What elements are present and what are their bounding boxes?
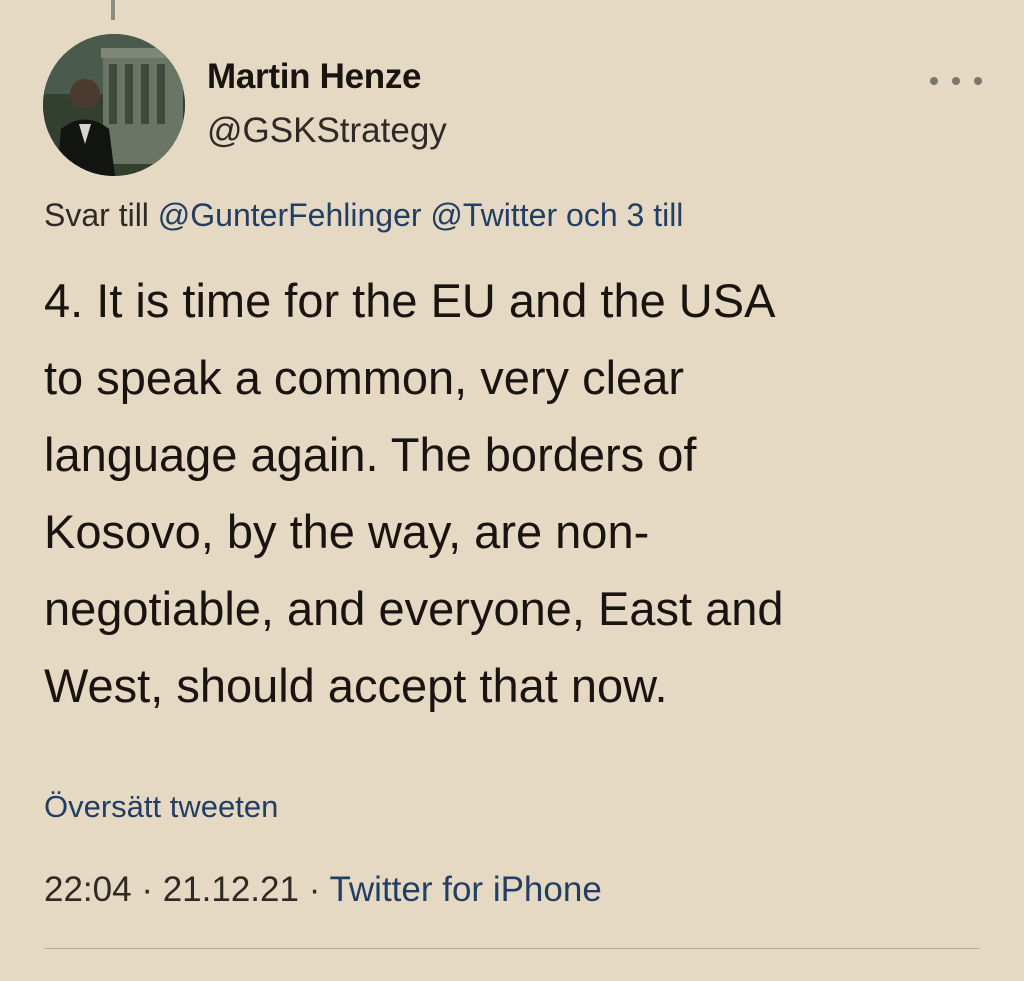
reply-mention-twitter[interactable]: @Twitter	[430, 197, 557, 233]
tweet-metadata: 22:04 · 21.12.21 · Twitter for iPhone	[44, 870, 602, 910]
more-horizontal-icon	[930, 77, 938, 85]
reply-mention-gunterfehlinger[interactable]: @GunterFehlinger	[158, 197, 422, 233]
meta-separator: ·	[141, 870, 153, 909]
tweet-text-line: 4. It is time for the EU and the USA	[44, 274, 776, 327]
tweet-source-link[interactable]: Twitter for iPhone	[329, 870, 601, 909]
reply-others-link[interactable]: och 3 till	[566, 197, 683, 233]
reply-context: Svar till @GunterFehlinger @Twitter och …	[44, 197, 683, 234]
more-horizontal-icon	[974, 77, 982, 85]
divider	[44, 948, 980, 949]
tweet-text-line: West, should accept that now.	[44, 659, 668, 712]
thread-connector-line	[111, 0, 115, 20]
tweet-text: 4. It is time for the EU and the USA to …	[44, 262, 984, 724]
more-options-button[interactable]	[930, 64, 982, 98]
tweet-text-line: Kosovo, by the way, are non-	[44, 505, 650, 558]
tweet-time[interactable]: 22:04	[44, 870, 132, 909]
meta-separator: ·	[308, 870, 321, 909]
author-handle[interactable]: @GSKStrategy	[207, 111, 447, 151]
tweet-text-line: to speak a common, very clear	[44, 351, 684, 404]
tweet-text-line: language again. The borders of	[44, 428, 697, 481]
tweet-text-line: negotiable, and everyone, East and	[44, 582, 784, 635]
avatar-photo	[43, 34, 185, 176]
avatar[interactable]	[43, 34, 185, 176]
reply-prefix: Svar till	[44, 197, 149, 233]
tweet-detail: Martin Henze @GSKStrategy Svar till @Gun…	[0, 0, 1024, 981]
translate-tweet-link[interactable]: Översätt tweeten	[44, 789, 278, 825]
tweet-date[interactable]: 21.12.21	[163, 870, 299, 909]
author-name[interactable]: Martin Henze	[207, 57, 422, 97]
more-horizontal-icon	[952, 77, 960, 85]
